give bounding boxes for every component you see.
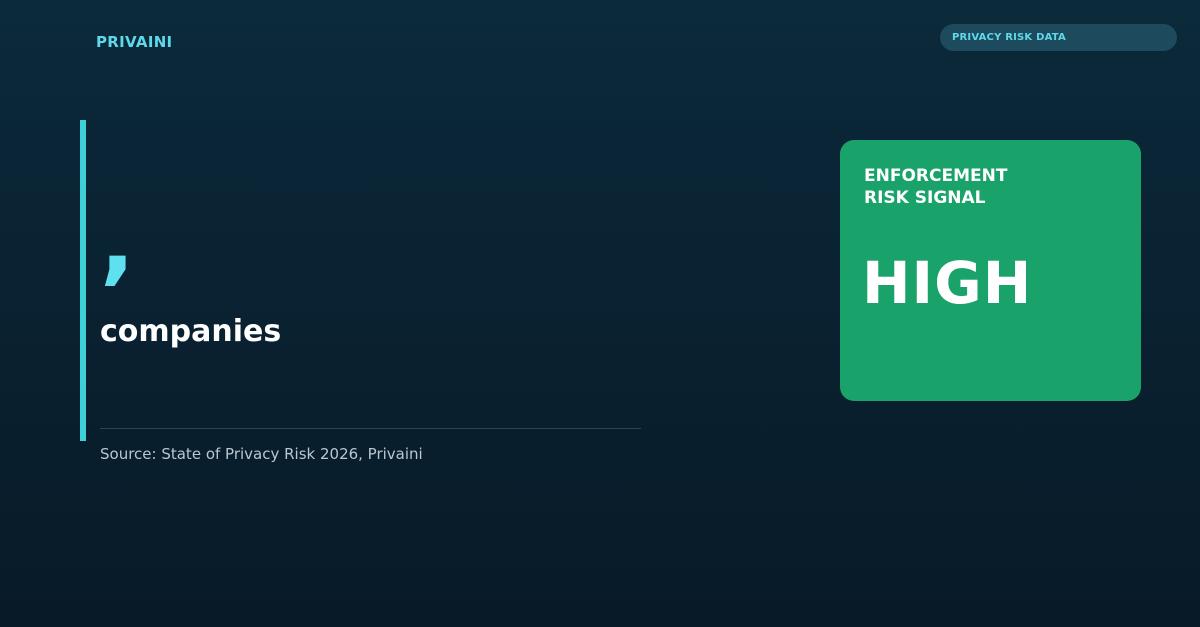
risk-signal-card: ENFORCEMENT RISK SIGNAL HIGH: [840, 140, 1141, 401]
risk-signal-value: HIGH: [862, 249, 1033, 317]
risk-signal-title-line1: ENFORCEMENT: [864, 166, 1008, 186]
category-tag-label: PRIVACY RISK DATA: [952, 32, 1066, 43]
brand-logo-text: PRIVAINI: [96, 33, 173, 51]
stat-value: ,: [100, 188, 135, 295]
risk-signal-title-line2: RISK SIGNAL: [864, 188, 986, 208]
stat-label: companies: [100, 314, 282, 349]
risk-signal-title: ENFORCEMENT RISK SIGNAL: [864, 165, 1104, 209]
divider: [100, 428, 641, 429]
source-citation: Source: State of Privacy Risk 2026, Priv…: [100, 445, 423, 463]
accent-bar: [80, 120, 86, 441]
category-tag: PRIVACY RISK DATA: [940, 24, 1177, 51]
